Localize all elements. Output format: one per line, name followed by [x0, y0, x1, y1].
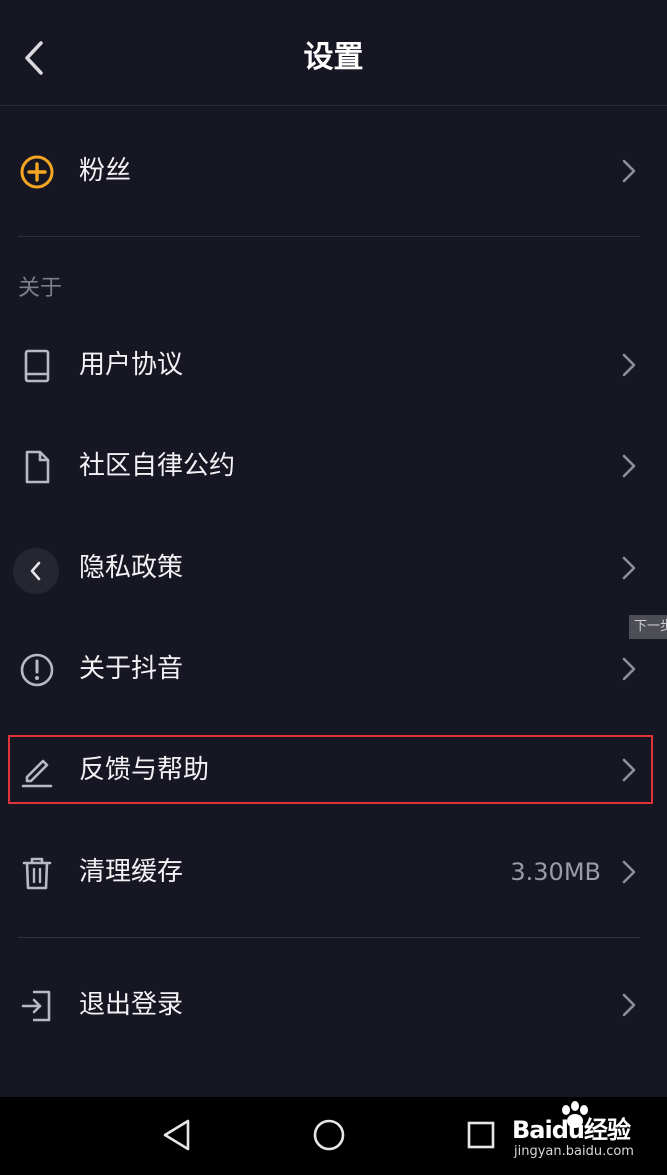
nav-recent-button[interactable]: [461, 1115, 501, 1155]
chevron-right-icon: [622, 860, 636, 884]
settings-row-about-douyin[interactable]: 关于抖音: [0, 619, 667, 719]
divider: [18, 236, 640, 237]
nav-home-button[interactable]: [309, 1115, 349, 1155]
row-label: 反馈与帮助: [79, 755, 210, 785]
top-bar: 设置: [0, 0, 667, 106]
settings-row-community-guidelines[interactable]: 社区自律公约: [0, 416, 667, 516]
plus-circle-icon: [18, 153, 56, 191]
chevron-left-icon: [30, 561, 41, 581]
row-label: 粉丝: [79, 156, 132, 186]
chevron-right-icon: [622, 454, 636, 478]
nav-home-icon: [313, 1119, 345, 1151]
info-exclamation-icon: [18, 651, 56, 689]
row-label: 关于抖音: [79, 654, 184, 684]
watermark-text: Baidu经验: [512, 1116, 631, 1144]
settings-row-user-agreement[interactable]: 用户协议: [0, 315, 667, 415]
chevron-right-icon: [622, 556, 636, 580]
settings-row-privacy-policy[interactable]: 隐私政策: [0, 518, 667, 618]
baidu-jingyan-watermark: Baidu经验 jingyan.baidu.com: [508, 1100, 663, 1170]
nav-back-icon: [163, 1119, 190, 1151]
chevron-right-icon: [622, 159, 636, 183]
row-label: 退出登录: [79, 990, 184, 1020]
row-label: 隐私政策: [79, 553, 184, 583]
nav-back-button[interactable]: [157, 1115, 197, 1155]
section-label-about: 关于: [18, 276, 63, 301]
document-icon: [18, 448, 56, 486]
edit-pencil-icon: [18, 752, 56, 790]
settings-row-feedback-help[interactable]: 反馈与帮助: [0, 720, 667, 820]
side-tag[interactable]: 下一步: [629, 615, 667, 639]
chevron-right-icon: [622, 758, 636, 782]
settings-row-logout[interactable]: 退出登录: [0, 955, 667, 1055]
logout-icon: [18, 987, 56, 1025]
cache-size-value: 3.30MB: [510, 858, 601, 886]
watermark-url: jingyan.baidu.com: [514, 1144, 634, 1159]
book-icon: [18, 347, 56, 385]
settings-row-clear-cache[interactable]: 清理缓存 3.30MB: [0, 822, 667, 922]
chevron-right-icon: [622, 657, 636, 681]
row-label: 社区自律公约: [79, 451, 236, 481]
page-title: 设置: [303, 40, 364, 75]
chevron-right-icon: [622, 993, 636, 1017]
trash-icon: [18, 854, 56, 892]
row-label: 用户协议: [79, 350, 184, 380]
floating-back-button[interactable]: [13, 548, 59, 594]
divider: [18, 937, 640, 938]
chevron-right-icon: [622, 353, 636, 377]
row-label: 清理缓存: [79, 857, 184, 887]
settings-row-fans[interactable]: 粉丝: [0, 121, 667, 221]
nav-recent-icon: [467, 1121, 495, 1149]
